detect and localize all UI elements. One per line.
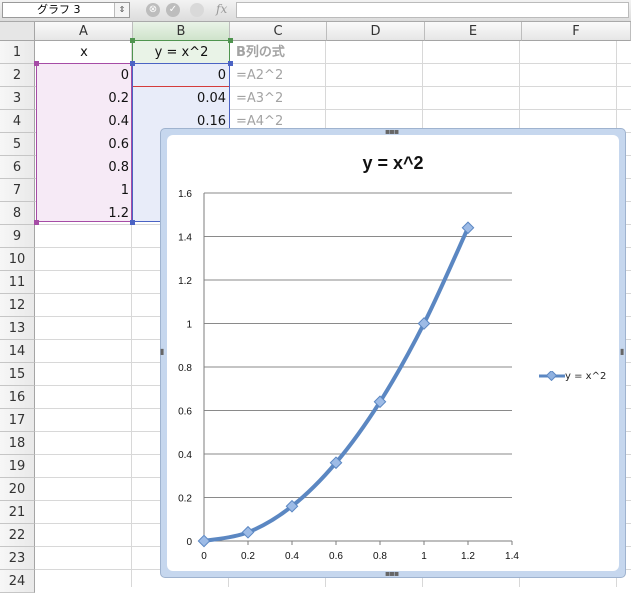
row-header[interactable]: 14	[0, 340, 35, 363]
row-header[interactable]: 7	[0, 179, 35, 202]
range-handle[interactable]	[130, 38, 135, 43]
row-header[interactable]: 3	[0, 87, 35, 110]
y-tick-label: 0.6	[178, 407, 192, 418]
fx-icon[interactable]: fx	[216, 2, 227, 16]
y-tick-label: 0.4	[178, 450, 192, 461]
row-header[interactable]: 24	[0, 570, 35, 593]
legend-label: y = x^2	[565, 371, 607, 382]
confirm-icon[interactable]: ✓	[166, 3, 180, 17]
data-point	[241, 525, 255, 539]
x-tick-label: 1	[421, 551, 427, 562]
x-tick-label: 0.4	[285, 551, 299, 562]
row-header[interactable]: 2	[0, 64, 35, 87]
chart-object[interactable]: ▪▪▪ ▪▪▪ ▮ ▮ y = x^2 0 0.2 0.4 0.6 0.8 1 1.2 1.4…	[160, 127, 626, 578]
x-tick-label: 0.2	[241, 551, 255, 562]
y-tick-label: 0.2	[178, 494, 192, 505]
row-header[interactable]: 20	[0, 478, 35, 501]
y-tick-label: 0	[186, 537, 192, 548]
chart-plot[interactable]: 0 0.2 0.4 0.6 0.8 1 1.2 1.4 1.6 0 0.2 0.4 0.6 0.8 1 1.2…	[167, 135, 619, 571]
resize-grip-right-icon[interactable]: ▮	[620, 347, 625, 356]
function-wizard-icon[interactable]	[190, 3, 204, 17]
y-tick-label: 0.8	[178, 363, 192, 374]
range-handle[interactable]	[228, 38, 233, 43]
select-all-corner[interactable]	[0, 22, 35, 41]
row-header[interactable]: 21	[0, 501, 35, 524]
data-point	[197, 534, 211, 548]
formula-input[interactable]	[236, 2, 629, 18]
resize-grip-left-icon[interactable]: ▮	[160, 347, 165, 356]
row-header[interactable]: 9	[0, 225, 35, 248]
range-handle[interactable]	[34, 61, 39, 66]
row-header[interactable]: 18	[0, 432, 35, 455]
row-header[interactable]: 6	[0, 156, 35, 179]
row-header[interactable]: 12	[0, 294, 35, 317]
cell-c1[interactable]: B列の式	[232, 41, 329, 64]
row-header[interactable]: 10	[0, 248, 35, 271]
cancel-icon[interactable]: ⊗	[146, 3, 160, 17]
column-header-c[interactable]: C	[230, 22, 327, 41]
row-header[interactable]: 13	[0, 317, 35, 340]
row-header[interactable]: 5	[0, 133, 35, 156]
column-header-b[interactable]: B	[133, 22, 230, 41]
range-handle[interactable]	[130, 61, 135, 66]
x-tick-label: 0.6	[329, 551, 343, 562]
row-header[interactable]: 17	[0, 409, 35, 432]
row-header[interactable]: 15	[0, 363, 35, 386]
selection-border-a2-a8	[36, 63, 132, 222]
row-header[interactable]: 1	[0, 41, 35, 64]
y-tick-label: 1	[186, 320, 192, 331]
row-header[interactable]: 19	[0, 455, 35, 478]
range-handle[interactable]	[228, 61, 233, 66]
range-handle[interactable]	[34, 220, 39, 225]
row-header[interactable]: 16	[0, 386, 35, 409]
column-header-a[interactable]: A	[35, 22, 133, 41]
range-handle[interactable]	[130, 220, 135, 225]
row-header[interactable]: 11	[0, 271, 35, 294]
name-box-dropdown-icon[interactable]: ⇕	[114, 3, 129, 17]
x-tick-label: 1.2	[461, 551, 475, 562]
cell-c2[interactable]: =A2^2	[232, 64, 329, 87]
cell-a1[interactable]: x	[35, 41, 133, 64]
y-tick-label: 1.6	[178, 189, 192, 200]
y-tick-label: 1.2	[178, 276, 192, 287]
row-header[interactable]: 22	[0, 524, 35, 547]
name-box[interactable]: グラフ 3 ⇕	[2, 2, 130, 18]
row-header[interactable]: 23	[0, 547, 35, 570]
y-tick-label: 1.4	[178, 233, 192, 244]
chart-area[interactable]: y = x^2 0 0.2 0.4 0.6 0.8 1 1.2 1.4 1.6 0 0.2 0.4 0.…	[167, 135, 619, 571]
selection-border-b1	[132, 40, 230, 64]
series-line	[202, 225, 470, 543]
column-header-f[interactable]: F	[522, 22, 631, 41]
legend-marker-icon	[539, 369, 565, 382]
x-tick-label: 1.4	[505, 551, 519, 562]
name-box-value: グラフ 3	[37, 3, 81, 16]
row-header[interactable]: 4	[0, 110, 35, 133]
x-tick-label: 0.8	[373, 551, 387, 562]
cell-c3[interactable]: =A3^2	[232, 87, 329, 110]
x-tick-label: 0	[201, 551, 207, 562]
column-header-d[interactable]: D	[327, 22, 425, 41]
chart-legend[interactable]: y = x^2	[539, 369, 607, 382]
column-header-e[interactable]: E	[425, 22, 522, 41]
formula-bar: グラフ 3 ⇕ ⊗ ✓ fx	[0, 0, 631, 22]
row-header[interactable]: 8	[0, 202, 35, 225]
